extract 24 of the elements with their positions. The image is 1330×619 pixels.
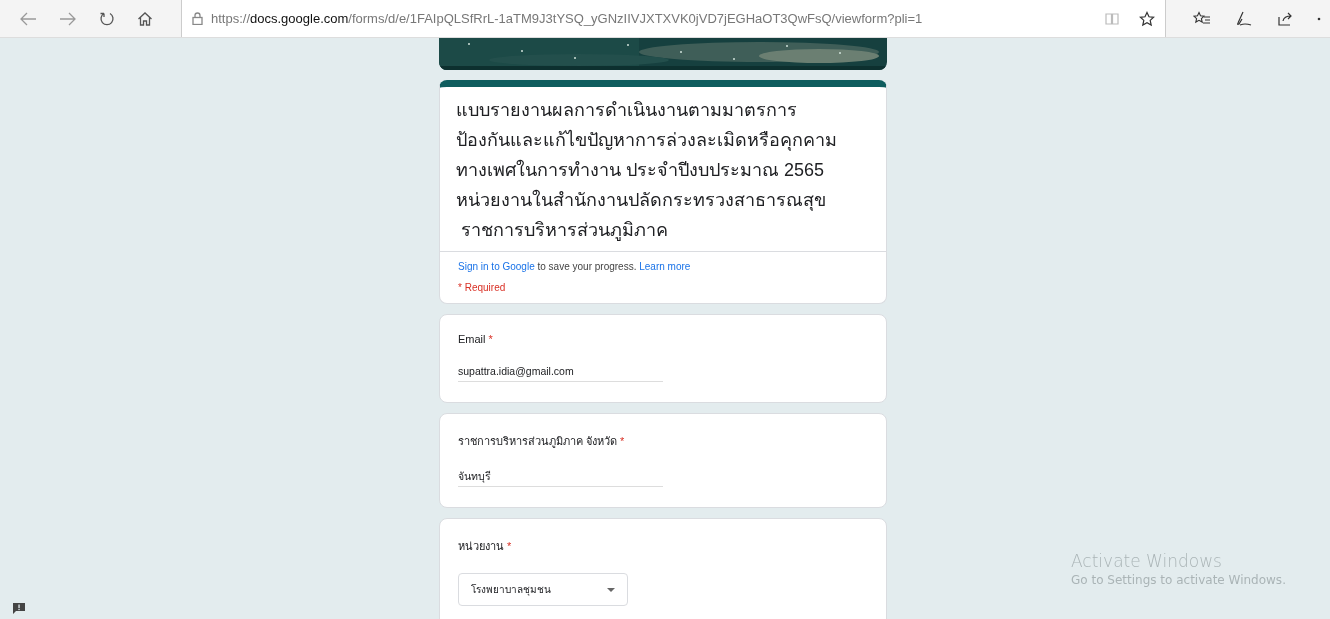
sign-in-note: Sign in to Google to save your progress. Learn more bbox=[458, 261, 692, 272]
lock-icon bbox=[192, 12, 203, 25]
required-asterisk: * bbox=[507, 540, 512, 552]
question-label: หน่วยงาน bbox=[458, 540, 504, 552]
text-field[interactable]: supattra.idia@gmail.com bbox=[458, 363, 663, 382]
learn-more-link[interactable]: Learn more bbox=[639, 261, 691, 272]
form-title: ป้องกันและแก้ไขปัญหาการล่วงละเมิดหรือคุกคาม bbox=[456, 129, 837, 153]
dropdown[interactable]: โรงพยาบาลชุมชน bbox=[458, 573, 628, 606]
required-asterisk: * bbox=[620, 435, 625, 447]
question-label: ราชการบริหารส่วนภูมิภาค จังหวัด bbox=[458, 435, 618, 447]
form-title: ราชการบริหารส่วนภูมิภาค bbox=[460, 219, 668, 243]
address-bar[interactable]: https://docs.google.com/forms/d/e/1FAIpQLSfRrL-1aTM9J3tYSQ_yGNzIIVJXTXVK0jVD7jEGHaOT3QwFsQ/viewform?pli=1 bbox=[181, 0, 1166, 37]
form-title: ทางเพศในการทำงาน ประจำปีงบประมาณ 2565 bbox=[456, 158, 825, 182]
caret-icon bbox=[607, 587, 615, 592]
feedback-icon[interactable] bbox=[12, 602, 26, 615]
form-title: แบบรายงานผลการดำเนินงานตามมาตรการ bbox=[456, 99, 797, 122]
form-title: หน่วยงานในสำนักงานปลัดกระทรวงสาธารณสุข bbox=[456, 188, 826, 213]
required-note: * Required bbox=[458, 282, 507, 293]
text-field[interactable]: จันทบุรี bbox=[458, 468, 663, 487]
required-asterisk: * bbox=[488, 333, 493, 345]
sign-in-link[interactable]: Sign in to Google bbox=[458, 261, 535, 272]
activation-text: Go to Settings to activate Windows. bbox=[1071, 573, 1286, 587]
url-text: https://docs.google.com/forms/d/e/1FAIpQLSfRrL-1aTM9J3tYSQ_yGNzIIVJXTXVK0jVD7jEGHaOT3QwFsQ/viewform?pli=1 bbox=[211, 11, 924, 26]
question-label: Email bbox=[458, 333, 486, 345]
